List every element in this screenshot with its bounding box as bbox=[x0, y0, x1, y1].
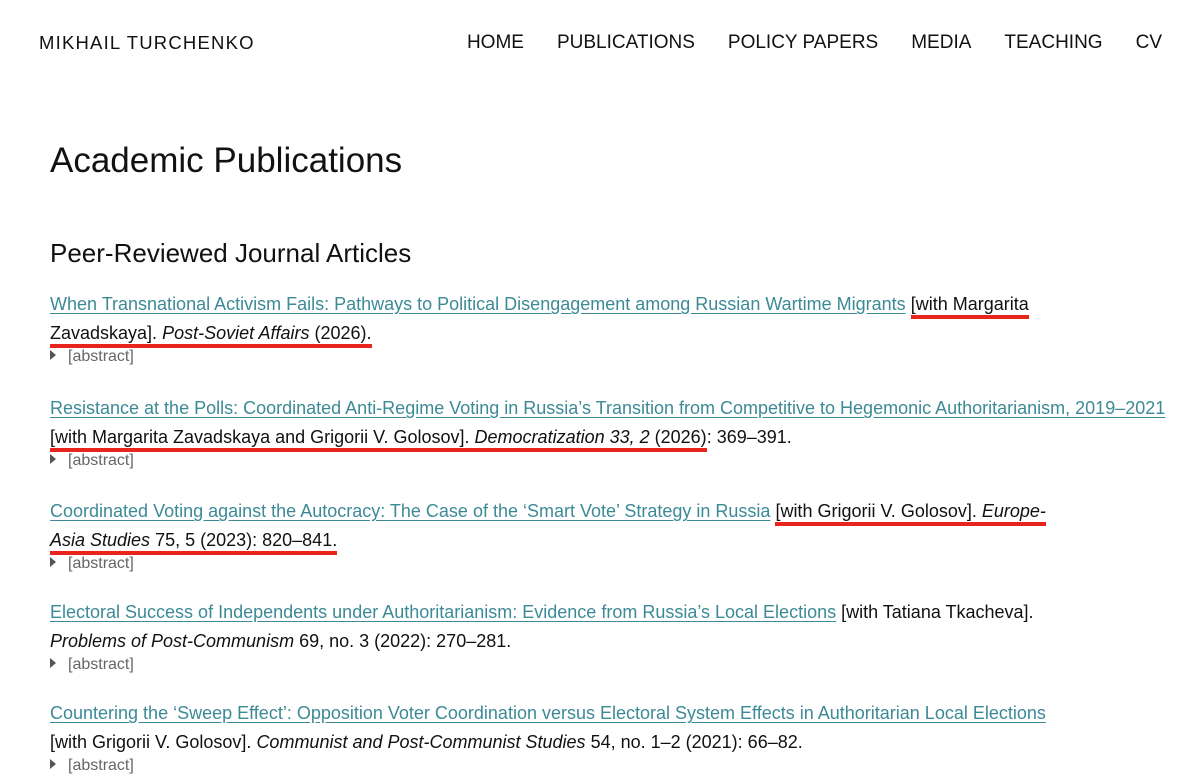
highlighted-citation: [with Margarita Zavadskaya and Grigorii … bbox=[50, 427, 707, 452]
nav-home[interactable]: HOME bbox=[467, 32, 524, 54]
highlighted-citation: [with Grigorii V. Golosov]. Europe- bbox=[775, 501, 1046, 526]
journal-name: Asia Studies bbox=[50, 530, 151, 550]
journal-name: Post-Soviet Affairs bbox=[162, 323, 310, 343]
main-nav: HOME PUBLICATIONS POLICY PAPERS MEDIA TE… bbox=[467, 32, 1162, 54]
publication-item: Coordinated Voting against the Autocracy… bbox=[50, 497, 1175, 573]
citation-details: (2026) bbox=[649, 427, 707, 447]
section-title: Peer-Reviewed Journal Articles bbox=[50, 238, 412, 268]
disclosure-triangle-icon bbox=[50, 557, 56, 567]
nav-media[interactable]: MEDIA bbox=[911, 32, 971, 54]
disclosure-triangle-icon bbox=[50, 350, 56, 360]
nav-publications[interactable]: PUBLICATIONS bbox=[557, 32, 695, 54]
abstract-label: [abstract] bbox=[68, 757, 134, 774]
citation-details: (2026). bbox=[309, 323, 372, 343]
journal-name: Democratization 33, 2 bbox=[474, 427, 650, 447]
publication-item: Countering the ‘Sweep Effect’: Oppositio… bbox=[50, 699, 1050, 775]
abstract-toggle[interactable]: [abstract] bbox=[50, 656, 1050, 674]
publication-title-link[interactable]: When Transnational Activism Fails: Pathw… bbox=[50, 294, 906, 314]
abstract-toggle[interactable]: [abstract] bbox=[50, 757, 1050, 775]
disclosure-triangle-icon bbox=[50, 454, 56, 464]
highlighted-citation: Asia Studies 75, 5 (2023): 820–841. bbox=[50, 530, 338, 555]
highlighted-citation: [with Margarita bbox=[910, 294, 1029, 319]
citation-details: 54, no. 1–2 (2021): 66–82. bbox=[585, 732, 803, 752]
citation-pages: : 369–391. bbox=[706, 427, 792, 447]
disclosure-triangle-icon bbox=[50, 759, 56, 769]
journal-name: Europe- bbox=[981, 501, 1046, 521]
coauthors: [with Tatiana Tkacheva]. bbox=[841, 602, 1034, 622]
coauthors: [with Grigorii V. Golosov]. bbox=[50, 732, 252, 752]
publication-title-link[interactable]: Electoral Success of Independents under … bbox=[50, 602, 836, 622]
abstract-label: [abstract] bbox=[68, 452, 134, 469]
publication-title-link[interactable]: Countering the ‘Sweep Effect’: Oppositio… bbox=[50, 703, 1046, 723]
coauthors: Zavadskaya]. bbox=[50, 323, 158, 343]
publication-item: Resistance at the Polls: Coordinated Ant… bbox=[50, 394, 1175, 470]
abstract-toggle[interactable]: [abstract] bbox=[50, 555, 1175, 573]
page-title: Academic Publications bbox=[50, 141, 403, 180]
abstract-label: [abstract] bbox=[68, 348, 134, 365]
coauthors: [with Grigorii V. Golosov]. bbox=[775, 501, 977, 521]
publication-item: Electoral Success of Independents under … bbox=[50, 598, 1050, 674]
publication-title-link[interactable]: Coordinated Voting against the Autocracy… bbox=[50, 501, 770, 521]
nav-teaching[interactable]: TEACHING bbox=[1004, 32, 1102, 54]
journal-name: Communist and Post-Communist Studies bbox=[256, 732, 586, 752]
publication-item: When Transnational Activism Fails: Pathw… bbox=[50, 290, 1175, 366]
nav-cv[interactable]: CV bbox=[1136, 32, 1162, 54]
citation-details: 75, 5 (2023): 820–841. bbox=[150, 530, 338, 550]
highlighted-citation: Zavadskaya]. Post-Soviet Affairs (2026). bbox=[50, 323, 372, 348]
citation-details: 69, no. 3 (2022): 270–281. bbox=[294, 631, 512, 651]
disclosure-triangle-icon bbox=[50, 658, 56, 668]
abstract-label: [abstract] bbox=[68, 555, 134, 572]
site-title[interactable]: MIKHAIL TURCHENKO bbox=[39, 32, 255, 54]
publication-title-link[interactable]: Resistance at the Polls: Coordinated Ant… bbox=[50, 398, 1165, 418]
abstract-toggle[interactable]: [abstract] bbox=[50, 348, 1175, 366]
nav-policy-papers[interactable]: POLICY PAPERS bbox=[728, 32, 878, 54]
abstract-toggle[interactable]: [abstract] bbox=[50, 452, 1175, 470]
abstract-label: [abstract] bbox=[68, 656, 134, 673]
coauthors: [with Margarita bbox=[910, 294, 1029, 314]
coauthors: [with Margarita Zavadskaya and Grigorii … bbox=[50, 427, 470, 447]
journal-name: Problems of Post-Communism bbox=[50, 631, 295, 651]
